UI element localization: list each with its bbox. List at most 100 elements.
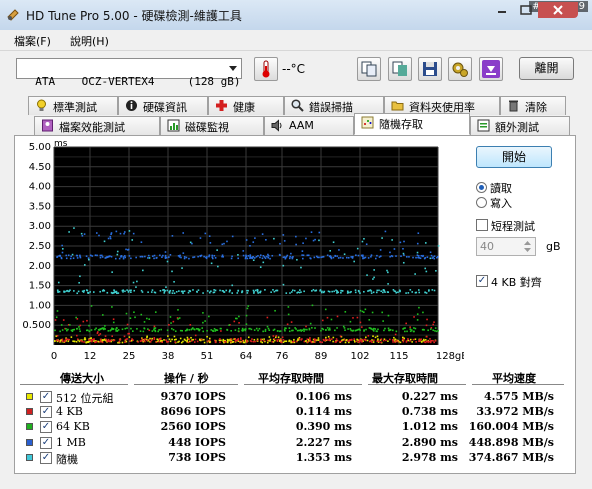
scatter-point [350, 329, 352, 332]
scatter-point [99, 254, 102, 257]
scatter-point [254, 237, 256, 239]
scatter-point [208, 235, 211, 237]
scatter-point [285, 340, 288, 343]
scatter-point [83, 233, 86, 235]
scatter-point [301, 250, 304, 252]
options-button[interactable] [448, 57, 472, 81]
scatter-point [295, 235, 297, 238]
scatter-point [151, 337, 153, 340]
scatter-point [140, 289, 143, 292]
scatter-point [158, 329, 160, 331]
scatter-point [383, 329, 385, 332]
short-test-checkbox[interactable] [476, 219, 488, 231]
tab-disk-monitor[interactable]: 磁碟監視 [160, 116, 264, 135]
copy-image-button[interactable] [388, 57, 412, 81]
scatter-point [132, 281, 135, 284]
scatter-point [79, 254, 81, 257]
scatter-point [114, 257, 117, 260]
tab-extra-tests[interactable]: 額外測試 [470, 116, 570, 135]
download-button[interactable] [479, 57, 503, 81]
scatter-point [68, 324, 71, 326]
align-4kb-checkbox[interactable]: ✓ [476, 275, 488, 287]
scatter-point [238, 322, 240, 324]
scatter-point [148, 257, 151, 259]
menu-file[interactable]: 檔案(F) [14, 33, 51, 49]
read-radio[interactable] [476, 182, 487, 193]
tab-random-access[interactable]: 隨機存取 [354, 113, 470, 135]
scatter-point [60, 257, 63, 260]
scatter-point [405, 292, 407, 294]
scatter-point [367, 334, 370, 337]
spinner-arrows-icon[interactable] [520, 238, 535, 255]
scatter-point [252, 289, 255, 292]
scatter-point [187, 291, 190, 294]
scatter-point [78, 326, 80, 328]
maximize-icon[interactable] [514, 2, 538, 18]
menu-help[interactable]: 說明(H) [70, 33, 109, 49]
tab-file-benchmark[interactable]: 檔案效能測試 [34, 116, 160, 135]
scatter-point [306, 254, 309, 257]
copy-text-button[interactable] [357, 57, 381, 81]
close-icon[interactable] [538, 2, 578, 18]
scatter-point [298, 291, 301, 294]
row-size: 1 MB [56, 436, 86, 449]
scatter-point [340, 291, 342, 294]
scatter-point [210, 290, 212, 293]
scatter-point [141, 338, 143, 340]
scatter-point [81, 235, 84, 237]
scatter-point [364, 256, 367, 259]
scatter-point [111, 335, 113, 337]
scatter-point [274, 336, 277, 339]
scatter-point [222, 255, 224, 258]
scatter-point [378, 340, 380, 343]
drive-select[interactable]: ATA OCZ-VERTEX4 (128 gB) [16, 58, 242, 88]
series-checkbox[interactable]: ✓ [40, 421, 52, 433]
scatter-point [111, 271, 113, 273]
series-checkbox[interactable]: ✓ [40, 437, 52, 449]
scatter-point [409, 340, 411, 342]
scatter-point [416, 319, 419, 321]
scatter-point [92, 291, 95, 293]
scatter-point [432, 329, 434, 332]
minimize-icon[interactable] [490, 2, 514, 18]
scatter-point [403, 240, 405, 243]
series-checkbox[interactable]: ✓ [40, 406, 52, 418]
temperature-button[interactable] [254, 57, 278, 81]
tab-health[interactable]: 健康 [208, 96, 284, 115]
scatter-point [317, 339, 320, 341]
tab-info[interactable]: 硬碟資訊 [118, 96, 208, 115]
scatter-point [154, 311, 157, 313]
tab-label: 標準測試 [53, 101, 97, 114]
scatter-point [101, 256, 104, 258]
scatter-point [384, 291, 386, 293]
scatter-point [405, 322, 408, 325]
scatter-point [178, 317, 181, 319]
scatter-point [104, 325, 106, 327]
tab-benchmark[interactable]: 標準測試 [28, 96, 118, 115]
save-button[interactable] [418, 57, 442, 81]
scatter-point [277, 336, 280, 339]
scatter-point [175, 338, 177, 341]
start-button[interactable]: 開始 [476, 146, 552, 168]
series-checkbox[interactable]: ✓ [40, 452, 52, 464]
scatter-point [427, 340, 429, 343]
scatter-point [264, 328, 267, 331]
scatter-point [99, 340, 102, 343]
scatter-point [290, 291, 293, 293]
scatter-point [75, 340, 78, 343]
scatter-point [188, 289, 191, 292]
scatter-point [253, 257, 256, 259]
series-checkbox[interactable]: ✓ [40, 391, 52, 403]
write-radio[interactable] [476, 197, 487, 208]
y-tick-label: 1.00 [29, 300, 51, 311]
scatter-point [204, 320, 206, 322]
exit-button[interactable]: 離開 [519, 57, 574, 80]
scatter-point [382, 339, 385, 342]
tab-erase[interactable]: 清除 [500, 96, 566, 115]
scatter-point [376, 289, 379, 292]
scatter-point [364, 339, 367, 342]
x-tick-label: 115 [389, 351, 408, 362]
scatter-point [382, 289, 385, 291]
scatter-point [437, 245, 440, 247]
tab-aam[interactable]: AAM [264, 116, 354, 135]
